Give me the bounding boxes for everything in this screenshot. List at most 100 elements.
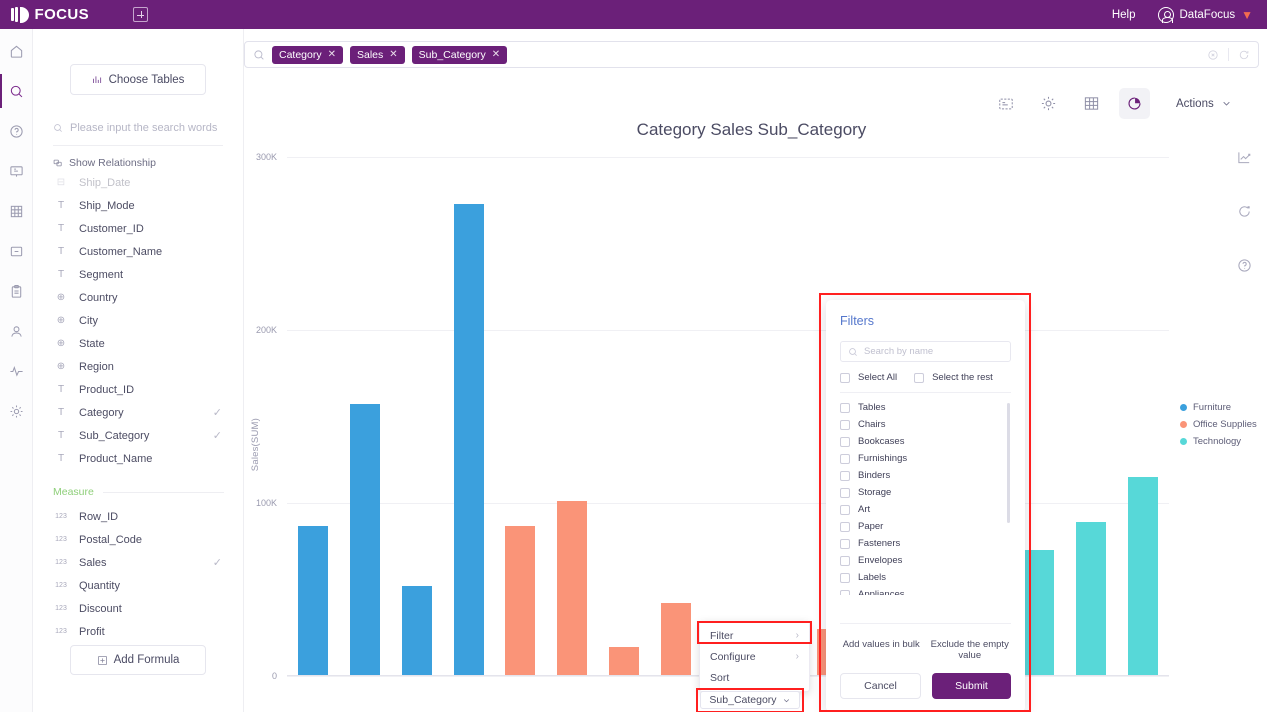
field-row-region[interactable]: ⊕ Region bbox=[33, 355, 244, 378]
search-bar[interactable]: Category ✕ Sales ✕ Sub_Category ✕ bbox=[244, 41, 1259, 68]
field-row-state[interactable]: ⊕ State bbox=[33, 332, 244, 355]
chart-legend[interactable]: Furniture Office Supplies Technology bbox=[1180, 402, 1257, 447]
clipboard-icon[interactable] bbox=[0, 280, 33, 302]
chart-bar[interactable] bbox=[505, 525, 536, 676]
context-menu-item-configure[interactable]: Configure › bbox=[700, 646, 809, 667]
chart-bar[interactable] bbox=[1076, 522, 1107, 676]
filter-option-checkbox[interactable] bbox=[840, 402, 850, 413]
field-row-sub_category[interactable]: T Sub_Category ✓ bbox=[33, 424, 244, 447]
search-token[interactable]: Category ✕ bbox=[272, 45, 343, 64]
refresh-icon[interactable] bbox=[1238, 49, 1250, 61]
filter-option-row[interactable]: Furnishings bbox=[840, 450, 1011, 467]
plus-square-icon[interactable] bbox=[133, 7, 148, 22]
field-row-customer_name[interactable]: T Customer_Name bbox=[33, 240, 244, 263]
filter-option-row[interactable]: Fasteners bbox=[840, 535, 1011, 552]
filter-option-checkbox[interactable] bbox=[840, 589, 850, 595]
filter-option-checkbox[interactable] bbox=[840, 487, 850, 498]
chart-context-menu[interactable]: Filter › Configure › Sort bbox=[699, 621, 810, 692]
chart-bar[interactable] bbox=[1128, 477, 1159, 676]
field-row-ship_mode[interactable]: T Ship_Mode bbox=[33, 194, 244, 217]
chart-bar[interactable] bbox=[1024, 549, 1055, 676]
filter-option-checkbox[interactable] bbox=[840, 538, 850, 549]
gear-icon[interactable] bbox=[0, 400, 33, 422]
chart-bar[interactable] bbox=[557, 501, 588, 676]
filter-option-checkbox[interactable] bbox=[840, 504, 850, 515]
show-relationship-button[interactable]: Show Relationship bbox=[53, 157, 223, 169]
field-list[interactable]: ⊟ Ship_Date T Ship_Mode T Customer_ID T Custome… bbox=[33, 171, 244, 661]
legend-item[interactable]: Technology bbox=[1180, 436, 1257, 447]
actions-button[interactable]: Actions bbox=[1176, 98, 1232, 110]
choose-tables-button[interactable]: Choose Tables bbox=[70, 64, 206, 95]
filters-search-input[interactable]: Search by name bbox=[840, 341, 1011, 362]
field-row-customer_id[interactable]: T Customer_ID bbox=[33, 217, 244, 240]
filter-option-row[interactable]: Envelopes bbox=[840, 552, 1011, 569]
field-row-product_id[interactable]: T Product_ID bbox=[33, 378, 244, 401]
legend-item[interactable]: Office Supplies bbox=[1180, 419, 1257, 430]
clear-circle-icon[interactable] bbox=[1207, 49, 1219, 61]
field-row-segment[interactable]: T Segment bbox=[33, 263, 244, 286]
filter-option-row[interactable]: Appliances bbox=[840, 586, 1011, 595]
select-all-checkbox[interactable] bbox=[840, 372, 850, 383]
filter-option-checkbox[interactable] bbox=[840, 470, 850, 481]
pulse-icon[interactable] bbox=[0, 360, 33, 382]
submit-button[interactable]: Submit bbox=[932, 673, 1011, 699]
field-row-product_name[interactable]: T Product_Name bbox=[33, 447, 244, 470]
filter-option-row[interactable]: Paper bbox=[840, 518, 1011, 535]
field-row-ship_date[interactable]: ⊟ Ship_Date bbox=[33, 171, 244, 194]
trend-chart-icon[interactable] bbox=[1237, 150, 1252, 170]
brand-logo[interactable]: FOCUS bbox=[11, 6, 89, 23]
field-row-row_id[interactable]: 123 Row_ID bbox=[33, 505, 244, 528]
field-row-category[interactable]: T Category ✓ bbox=[33, 401, 244, 424]
filter-option-row[interactable]: Storage bbox=[840, 484, 1011, 501]
home-icon[interactable] bbox=[0, 40, 33, 62]
filter-option-row[interactable]: Labels bbox=[840, 569, 1011, 586]
field-row-quantity[interactable]: 123 Quantity bbox=[33, 574, 244, 597]
chart-pie-icon[interactable] bbox=[1119, 88, 1150, 119]
chart-bar[interactable] bbox=[297, 525, 328, 676]
search-icon[interactable] bbox=[0, 74, 33, 108]
filter-option-row[interactable]: Chairs bbox=[840, 416, 1011, 433]
gear-icon[interactable] bbox=[1033, 88, 1064, 119]
chart-bar[interactable] bbox=[661, 603, 692, 676]
filter-option-checkbox[interactable] bbox=[840, 555, 850, 566]
field-row-city[interactable]: ⊕ City bbox=[33, 309, 244, 332]
chart-bar[interactable] bbox=[609, 646, 640, 676]
filter-option-checkbox[interactable] bbox=[840, 419, 850, 430]
legend-item[interactable]: Furniture bbox=[1180, 402, 1257, 413]
search-token[interactable]: Sales ✕ bbox=[350, 45, 405, 64]
filter-option-checkbox[interactable] bbox=[840, 572, 850, 583]
filter-option-row[interactable]: Art bbox=[840, 501, 1011, 518]
add-values-in-bulk-link[interactable]: Add values in bulk bbox=[842, 639, 921, 661]
add-formula-button[interactable]: Add Formula bbox=[70, 645, 206, 675]
select-rest-checkbox[interactable] bbox=[914, 372, 925, 383]
context-menu-item-sort[interactable]: Sort bbox=[700, 667, 809, 688]
field-row-country[interactable]: ⊕ Country bbox=[33, 286, 244, 309]
grid-icon[interactable] bbox=[0, 200, 33, 222]
field-row-sales[interactable]: 123 Sales ✓ bbox=[33, 551, 244, 574]
filter-option-row[interactable]: Bookcases bbox=[840, 433, 1011, 450]
filter-options-list[interactable]: Tables Chairs Bookcases Furnishings Binders S… bbox=[840, 399, 1011, 595]
close-icon[interactable]: ✕ bbox=[389, 49, 397, 60]
filter-list-scrollbar[interactable] bbox=[1007, 403, 1010, 523]
dimension-pill[interactable]: Sub_Category bbox=[700, 691, 800, 709]
chart-bar[interactable] bbox=[349, 404, 380, 676]
chart-bar[interactable] bbox=[401, 586, 432, 676]
exclude-empty-value-link[interactable]: Exclude the empty value bbox=[931, 639, 1010, 661]
filter-option-row[interactable]: Binders bbox=[840, 467, 1011, 484]
context-menu-item-filter[interactable]: Filter › bbox=[700, 625, 809, 646]
search-token[interactable]: Sub_Category ✕ bbox=[411, 45, 508, 64]
user-menu[interactable]: DataFocus ▼ bbox=[1157, 6, 1253, 23]
filter-option-checkbox[interactable] bbox=[840, 521, 850, 532]
presentation-icon[interactable] bbox=[0, 160, 33, 182]
minus-box-icon[interactable] bbox=[0, 240, 33, 262]
question-circle-icon[interactable] bbox=[1237, 258, 1252, 278]
question-circle-icon[interactable] bbox=[0, 120, 33, 142]
close-icon[interactable]: ✕ bbox=[328, 49, 336, 60]
field-row-profit[interactable]: 123 Profit bbox=[33, 620, 244, 643]
field-row-discount[interactable]: 123 Discount bbox=[33, 597, 244, 620]
user-icon[interactable] bbox=[0, 320, 33, 342]
close-icon[interactable]: ✕ bbox=[492, 49, 500, 60]
filter-option-checkbox[interactable] bbox=[840, 436, 850, 447]
sidebar-search-input[interactable]: Please input the search words bbox=[53, 122, 223, 146]
help-link[interactable]: Help bbox=[1112, 9, 1136, 21]
